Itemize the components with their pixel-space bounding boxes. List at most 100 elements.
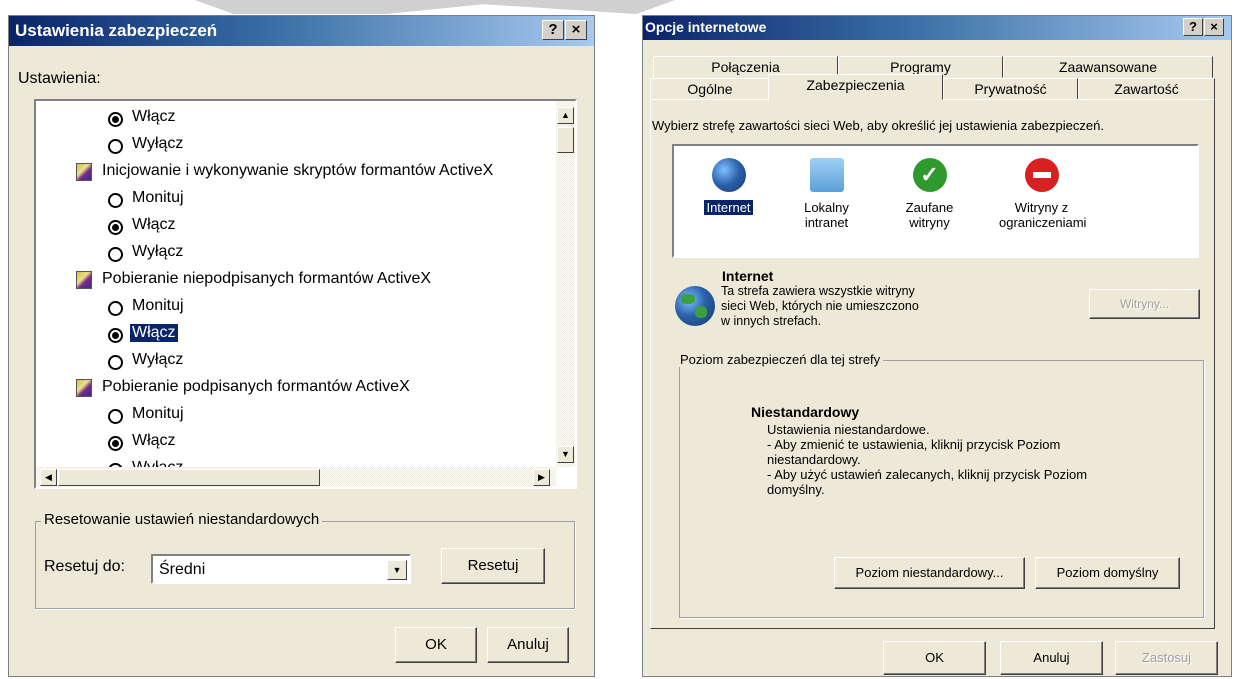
settings-list[interactable]: Włącz Wyłącz Inicjowanie i wykonywanie skr…: [34, 99, 577, 489]
zone-label: Internet: [686, 200, 771, 215]
setting-option-label: Wyłącz: [132, 459, 183, 467]
zone-item[interactable]: Internet: [686, 158, 771, 215]
radio-button[interactable]: [108, 193, 123, 208]
setting-option-label: Włącz: [130, 324, 178, 342]
reset-group-label: Resetowanie ustawień niestandardowych: [41, 511, 323, 528]
checkmark-icon: ✓: [912, 158, 947, 192]
security-settings-dialog: Ustawienia zabezpieczeń ? × Ustawienia: …: [8, 15, 595, 677]
zone-label-line1: Internet: [704, 200, 753, 215]
scroll-right-button[interactable]: ▶: [533, 469, 550, 486]
setting-option-label: Wyłącz: [132, 135, 184, 152]
zone-label-line2: intranet: [804, 215, 849, 230]
setting-category-icon: [76, 163, 92, 181]
security-level-label: Poziom zabezpieczeń dla tej strefy: [677, 352, 884, 367]
cancel-button[interactable]: Anuluj: [487, 627, 569, 663]
close-button[interactable]: ×: [565, 20, 587, 40]
zone-label-line1: Zaufane: [905, 200, 954, 215]
radio-button[interactable]: [108, 328, 123, 343]
title-bar: Ustawienia zabezpieczeń ? ×: [9, 16, 594, 46]
cancel-button[interactable]: Anuluj: [1000, 641, 1103, 675]
dialog-title: Opcje internetowe: [645, 19, 767, 35]
radio-button[interactable]: [108, 139, 123, 154]
radio-button[interactable]: [108, 355, 123, 370]
reset-to-label: Resetuj do:: [44, 558, 125, 575]
setting-category-icon: [76, 271, 92, 289]
setting-category-label: Inicjowanie i wykonywanie skryptów forma…: [102, 162, 494, 179]
default-level-button[interactable]: Poziom domyślny: [1035, 557, 1180, 589]
setting-category-label: Pobieranie podpisanych formantów ActiveX: [102, 378, 410, 395]
ok-button[interactable]: OK: [395, 627, 477, 663]
help-button[interactable]: ?: [542, 20, 564, 40]
setting-option-label: Włącz: [132, 432, 176, 449]
sites-button[interactable]: Witryny...: [1089, 289, 1200, 319]
zone-list[interactable]: Internet Lokalny intranet ✓ Zaufane witryny Wi…: [672, 144, 1199, 258]
tab-advanced[interactable]: Zaawansowane: [1003, 56, 1213, 78]
level-line-3: - Aby użyć ustawień zalecanych, kliknij …: [767, 467, 1088, 497]
zone-info-title: Internet: [722, 268, 774, 284]
tab-general[interactable]: Ogólne: [650, 78, 770, 100]
setting-option-label: Włącz: [132, 216, 176, 233]
radio-button[interactable]: [108, 301, 123, 316]
tab-privacy[interactable]: Prywatność: [943, 78, 1078, 100]
vertical-scrollbar[interactable]: ▲ ▼: [556, 101, 575, 467]
zone-label: Zaufane witryny: [887, 200, 972, 230]
radio-button[interactable]: [108, 436, 123, 451]
scroll-up-button[interactable]: ▲: [557, 107, 574, 124]
top-decoration: [195, 0, 675, 14]
tab-security[interactable]: Zabezpieczenia: [768, 74, 943, 100]
tab-panel: Wybierz strefę zawartości sieci Web, aby…: [650, 99, 1215, 629]
zone-item[interactable]: Witryny z ograniczeniami: [999, 158, 1087, 230]
zone-label: Witryny z ograniczeniami: [999, 200, 1087, 230]
setting-option-label: Monituj: [132, 189, 184, 206]
zone-label: Lokalny intranet: [784, 200, 869, 230]
level-line-1: Ustawienia niestandardowe.: [767, 422, 930, 437]
close-button[interactable]: ×: [1204, 18, 1224, 36]
settings-label: Ustawienia:: [18, 70, 101, 87]
radio-button[interactable]: [108, 112, 123, 127]
scroll-down-button[interactable]: ▼: [557, 446, 574, 463]
setting-option-label: Włącz: [132, 108, 176, 125]
setting-option-label: Monituj: [132, 405, 184, 422]
level-title: Niestandardowy: [751, 404, 860, 420]
setting-option-label: Monituj: [132, 297, 184, 314]
ok-button[interactable]: OK: [883, 641, 986, 675]
help-button[interactable]: ?: [1183, 18, 1203, 36]
globe-icon: [675, 286, 715, 326]
setting-option-label: Wyłącz: [132, 243, 184, 260]
zone-item[interactable]: ✓ Zaufane witryny: [887, 158, 972, 230]
security-level-group: Poziom zabezpieczeń dla tej strefy Niest…: [677, 352, 1204, 618]
radio-button[interactable]: [108, 247, 123, 262]
title-bar: Opcje internetowe ? ×: [643, 16, 1231, 40]
horizontal-scrollbar[interactable]: ◀ ▶: [36, 467, 556, 487]
settings-list-items: Włącz Wyłącz Inicjowanie i wykonywanie skr…: [36, 101, 556, 467]
internet-options-dialog: Opcje internetowe ? × Połączenia Program…: [642, 15, 1232, 677]
computer-icon: [809, 158, 844, 192]
scroll-hthumb[interactable]: [58, 469, 320, 486]
chevron-down-icon[interactable]: ▼: [387, 560, 407, 580]
zone-label-line1: Lokalny: [804, 200, 849, 215]
reset-button[interactable]: Resetuj: [441, 548, 545, 584]
no-entry-icon: [1024, 158, 1059, 192]
zone-item[interactable]: Lokalny intranet: [784, 158, 869, 230]
zone-label-line2: ograniczeniami: [999, 215, 1087, 230]
zone-label-line2: witryny: [909, 215, 950, 230]
apply-button[interactable]: Zastosuj: [1115, 641, 1218, 675]
zone-label-line1: Witryny z: [1014, 200, 1069, 215]
custom-level-button[interactable]: Poziom niestandardowy...: [834, 557, 1025, 589]
globe-icon: [711, 158, 746, 192]
scroll-left-button[interactable]: ◀: [40, 469, 57, 486]
dialog-title: Ustawienia zabezpieczeń: [15, 21, 218, 40]
reset-level-value: Średni: [159, 561, 206, 578]
zone-instruction: Wybierz strefę zawartości sieci Web, aby…: [652, 118, 1104, 133]
radio-button[interactable]: [108, 409, 123, 424]
level-line-2: - Aby zmienić te ustawienia, kliknij prz…: [767, 437, 1061, 467]
scroll-thumb[interactable]: [557, 127, 574, 153]
setting-option-label: Wyłącz: [132, 351, 184, 368]
zone-info-description: Ta strefa zawiera wszystkie witryny siec…: [721, 284, 919, 328]
reset-group: Resetowanie ustawień niestandardowych Re…: [35, 511, 575, 609]
radio-button[interactable]: [108, 220, 123, 235]
reset-level-select[interactable]: Średni ▼: [151, 554, 411, 584]
setting-category-icon: [76, 379, 92, 397]
setting-category-label: Pobieranie niepodpisanych formantów Acti…: [102, 270, 432, 287]
tab-content[interactable]: Zawartość: [1078, 78, 1215, 100]
